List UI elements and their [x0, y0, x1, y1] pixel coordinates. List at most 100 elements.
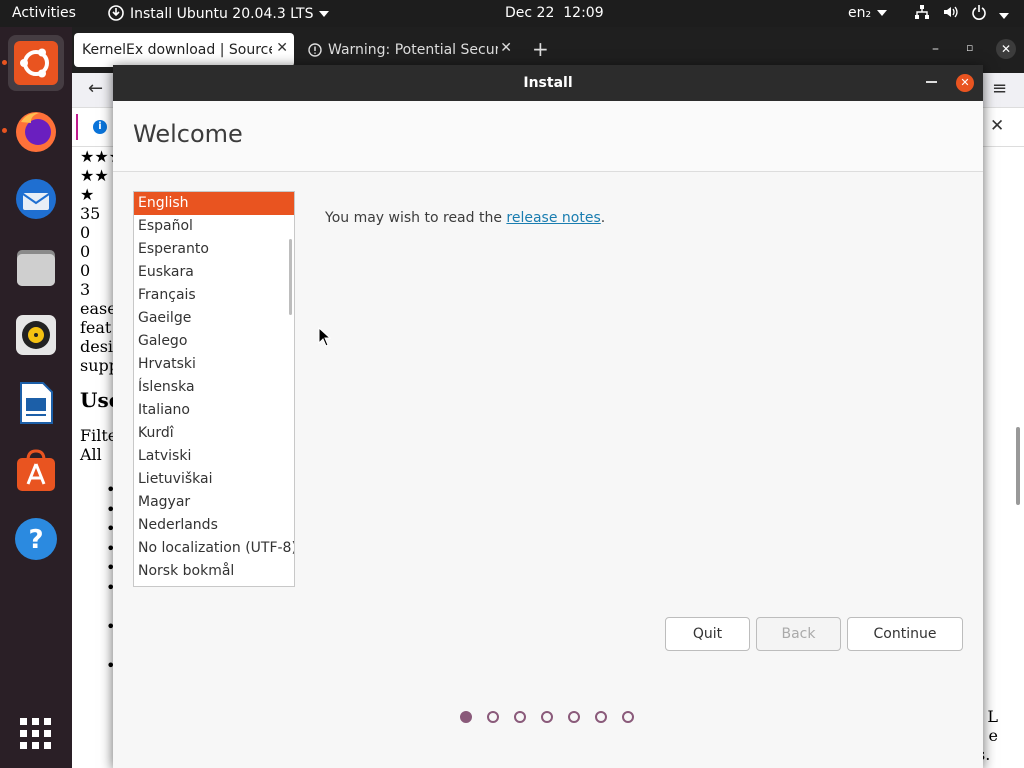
info-icon: i — [93, 120, 107, 134]
svg-text:?: ? — [28, 525, 43, 555]
language-item[interactable]: Kurdî — [134, 422, 294, 445]
page-title: Welcome — [133, 120, 243, 148]
files-icon — [17, 250, 55, 286]
activities-button[interactable]: Activities — [12, 5, 76, 21]
dialog-title: Install — [523, 75, 573, 91]
language-item[interactable]: Norsk bokmål — [134, 560, 294, 583]
close-icon[interactable]: ✕ — [990, 116, 1004, 136]
chevron-down-icon — [877, 10, 888, 16]
ubuntu-installer-icon — [14, 41, 58, 85]
firefox-icon — [16, 112, 56, 152]
language-list[interactable]: English Español Esperanto Euskara França… — [133, 191, 295, 587]
release-notes-link[interactable]: release notes — [506, 210, 600, 226]
language-item[interactable]: Galego — [134, 330, 294, 353]
page-scrollbar[interactable] — [1016, 427, 1020, 505]
back-button[interactable]: Back — [756, 617, 841, 651]
progress-dot — [595, 711, 607, 723]
dock-thunderbird[interactable] — [8, 171, 64, 227]
warning-icon — [308, 43, 322, 57]
dock-installer[interactable] — [8, 35, 64, 91]
dock-files[interactable] — [8, 239, 64, 295]
language-item[interactable]: Euskara — [134, 261, 294, 284]
chevron-down-icon — [319, 11, 330, 17]
volume-icon — [944, 6, 959, 18]
installer-small-icon — [108, 5, 124, 21]
app-menu-label: Install Ubuntu 20.04.3 LTS — [130, 6, 314, 22]
release-notes-prefix: You may wish to read the — [325, 210, 507, 226]
language-list-scrollbar[interactable] — [289, 239, 292, 315]
minimize-icon[interactable]: – — [932, 41, 939, 57]
power-icon — [972, 5, 986, 20]
back-arrow-icon[interactable]: ← — [88, 78, 103, 99]
keyboard-layout-menu[interactable]: en₂ — [848, 5, 888, 21]
language-item[interactable]: Gaeilge — [134, 307, 294, 330]
keyboard-layout-label: en₂ — [848, 5, 872, 21]
app-menu[interactable]: Install Ubuntu 20.04.3 LTS — [108, 5, 330, 22]
tab-kernelex[interactable]: KernelEx download | Source ✕ — [74, 33, 294, 67]
help-icon: ? — [15, 518, 57, 560]
writer-icon — [20, 382, 53, 424]
notification-accent — [76, 114, 78, 140]
close-icon[interactable]: ✕ — [276, 40, 288, 56]
system-menu[interactable] — [914, 4, 1009, 24]
progress-dot — [568, 711, 580, 723]
rhythmbox-icon — [16, 315, 56, 355]
chevron-down-icon — [998, 13, 1009, 19]
progress-dot — [487, 711, 499, 723]
language-item[interactable]: Lietuviškai — [134, 468, 294, 491]
language-item[interactable]: Français — [134, 284, 294, 307]
dock-show-apps[interactable] — [8, 706, 64, 762]
language-item[interactable]: No localization (UTF-8) — [134, 537, 294, 560]
language-item[interactable]: Magyar — [134, 491, 294, 514]
language-item[interactable]: Latviski — [134, 445, 294, 468]
language-item-selected[interactable]: English — [134, 192, 294, 215]
maximize-icon[interactable]: ▫ — [966, 41, 973, 54]
dock-rhythmbox[interactable] — [8, 307, 64, 363]
progress-dot — [622, 711, 634, 723]
dock-software[interactable] — [8, 443, 64, 499]
dialog-header: Welcome — [113, 101, 983, 172]
software-icon — [17, 449, 55, 491]
close-icon[interactable]: ✕ — [500, 40, 512, 56]
close-icon[interactable]: ✕ — [956, 74, 974, 92]
language-item[interactable]: Nederlands — [134, 514, 294, 537]
language-item[interactable]: Italiano — [134, 399, 294, 422]
continue-button[interactable]: Continue — [847, 617, 963, 651]
tab-label: Warning: Potential Securi — [328, 42, 498, 58]
close-window-icon[interactable]: ✕ — [996, 39, 1016, 59]
show-apps-icon — [20, 718, 51, 749]
text-line: e — [988, 726, 998, 745]
progress-dot — [514, 711, 526, 723]
release-notes-suffix: . — [600, 210, 606, 226]
time-label: 12:09 — [563, 5, 604, 21]
tab-warning[interactable]: Warning: Potential Securi ✕ — [298, 33, 518, 67]
language-item[interactable]: Hrvatski — [134, 353, 294, 376]
top-bar: Activities Install Ubuntu 20.04.3 LTS De… — [0, 0, 1024, 27]
dock-firefox[interactable] — [8, 103, 64, 159]
thunderbird-icon — [16, 179, 56, 219]
language-item[interactable]: Español — [134, 215, 294, 238]
minimize-icon[interactable] — [926, 81, 937, 83]
new-tab-icon[interactable]: + — [532, 37, 549, 61]
text-line: L — [987, 707, 998, 726]
dock-help[interactable]: ? — [8, 511, 64, 567]
progress-dot — [541, 711, 553, 723]
install-dialog: Install ✕ Welcome English Español Espera… — [113, 65, 983, 768]
dock: ? — [0, 27, 72, 768]
page-right-text: L e — [982, 707, 998, 745]
language-item[interactable]: Íslenska — [134, 376, 294, 399]
quit-button[interactable]: Quit — [665, 617, 750, 651]
running-indicator — [2, 128, 7, 133]
release-notes-text: You may wish to read the release notes. — [325, 210, 605, 226]
network-icon — [915, 5, 929, 19]
clock[interactable]: Dec 22 12:09 — [505, 5, 604, 21]
running-indicator — [2, 60, 7, 65]
language-item[interactable]: Esperanto — [134, 238, 294, 261]
dock-writer[interactable] — [8, 375, 64, 431]
tab-label: KernelEx download | Source — [82, 42, 272, 58]
date-label: Dec 22 — [505, 5, 555, 21]
mouse-pointer-icon — [318, 327, 332, 347]
hamburger-menu-icon[interactable]: ≡ — [992, 78, 1007, 99]
dialog-titlebar: Install — [113, 65, 983, 101]
progress-dot-current — [460, 711, 472, 723]
